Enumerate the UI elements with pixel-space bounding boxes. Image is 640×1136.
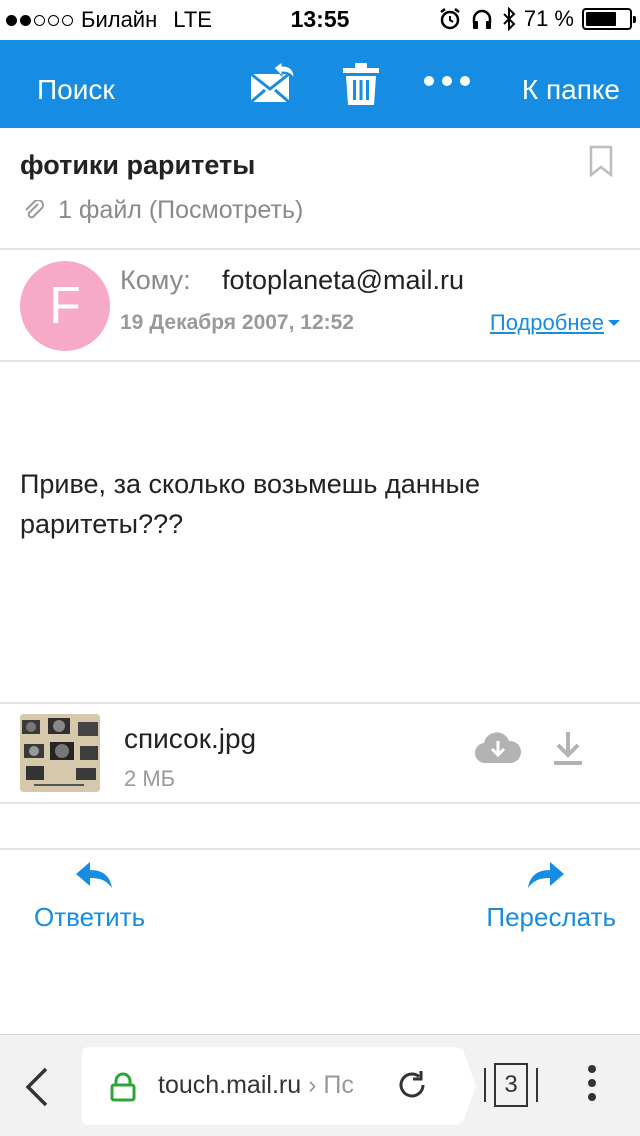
attachments-summary: 1 файл (Посмотреть)	[24, 196, 303, 225]
delete-button[interactable]	[342, 62, 380, 111]
envelope-reply-icon	[250, 61, 295, 104]
alarm-icon	[440, 8, 460, 30]
url-separator: ›	[308, 1071, 317, 1099]
reply-arrow-icon	[76, 862, 112, 888]
divider	[0, 802, 640, 804]
download-button[interactable]	[552, 730, 584, 771]
url-text: touch.mail.ru › Пс	[158, 1071, 388, 1100]
bluetooth-icon	[503, 7, 516, 31]
signal-strength-icon	[6, 14, 73, 26]
details-link[interactable]: Подробнее	[490, 310, 620, 336]
cloud-download-icon	[474, 732, 522, 764]
forward-button[interactable]: Переслать	[466, 860, 616, 933]
save-to-cloud-button[interactable]	[474, 729, 522, 770]
status-bar: Билайн LTE 13:55 71 %	[0, 0, 640, 40]
forward-arrow-icon	[528, 862, 564, 888]
flag-button[interactable]	[588, 145, 614, 182]
attachment-thumbnail[interactable]	[20, 714, 100, 792]
bookmark-icon	[589, 145, 613, 178]
details-label: Подробнее	[489, 310, 604, 335]
message-subject: фотики раритеты	[20, 150, 256, 180]
divider	[0, 248, 640, 250]
tabs-bar	[536, 1068, 538, 1102]
url-host: touch.mail.ru	[158, 1071, 302, 1099]
tab-count: 3	[494, 1063, 528, 1107]
battery-icon	[582, 8, 636, 30]
headphones-icon	[472, 9, 492, 29]
browser-back-button[interactable]	[24, 1067, 50, 1112]
menu-dot	[588, 1079, 596, 1087]
paperclip-icon	[25, 199, 44, 218]
camera-photo-thumbnail	[20, 714, 100, 792]
url-path: Пс	[323, 1071, 354, 1099]
lock-icon	[110, 1072, 136, 1102]
recipient-address: fotoplaneta@mail.ru	[222, 265, 465, 295]
divider	[0, 702, 640, 704]
tabs-bar	[484, 1068, 486, 1102]
message-body-line: раритеты???	[20, 509, 184, 539]
mail-toolbar: Поиск К папке	[0, 40, 640, 128]
reply-button[interactable]: Ответить	[34, 860, 164, 933]
message-body-line: Приве, за сколько возьмешь данные	[20, 469, 480, 499]
divider	[0, 360, 640, 362]
reload-icon[interactable]	[396, 1069, 428, 1101]
message-body: Приве, за сколько возьмешь данные рарите…	[20, 464, 620, 544]
browser-menu-button[interactable]	[588, 1065, 596, 1101]
divider	[0, 848, 640, 850]
battery-level	[586, 12, 616, 26]
view-attachments-link[interactable]: 1 файл (Посмотреть)	[58, 196, 303, 225]
status-bar-right: 71 %	[438, 6, 636, 32]
status-bar-left: Билайн LTE	[6, 7, 212, 33]
address-bar[interactable]: touch.mail.ru › Пс	[82, 1047, 476, 1125]
back-to-folder-button[interactable]: К папке	[522, 74, 620, 106]
caret-down-icon	[608, 320, 620, 326]
message-date: 19 Декабря 2007, 12:52	[120, 311, 354, 334]
more-dot	[424, 76, 434, 86]
attachment-file-name[interactable]: список.jpg	[124, 723, 256, 755]
more-dot	[442, 76, 452, 86]
reply-label: Ответить	[34, 902, 146, 932]
mark-unread-button[interactable]	[248, 61, 296, 111]
more-options-button[interactable]	[424, 76, 470, 86]
trash-icon	[343, 63, 379, 105]
attachment-file-size: 2 МБ	[124, 766, 176, 791]
to-label: Кому:	[120, 265, 191, 295]
chevron-left-icon	[25, 1067, 48, 1107]
search-button[interactable]: Поиск	[37, 74, 115, 106]
menu-dot	[588, 1093, 596, 1101]
avatar: F	[20, 261, 110, 351]
browser-toolbar: touch.mail.ru › Пс 3	[0, 1034, 640, 1136]
forward-label: Переслать	[486, 902, 616, 932]
carrier-name: Билайн	[81, 7, 158, 32]
menu-dot	[588, 1065, 596, 1073]
network-type: LTE	[173, 7, 212, 32]
tabs-button[interactable]: 3	[484, 1063, 538, 1107]
more-dot	[460, 76, 470, 86]
battery-percent: 71 %	[523, 6, 574, 31]
download-icon	[554, 732, 582, 765]
